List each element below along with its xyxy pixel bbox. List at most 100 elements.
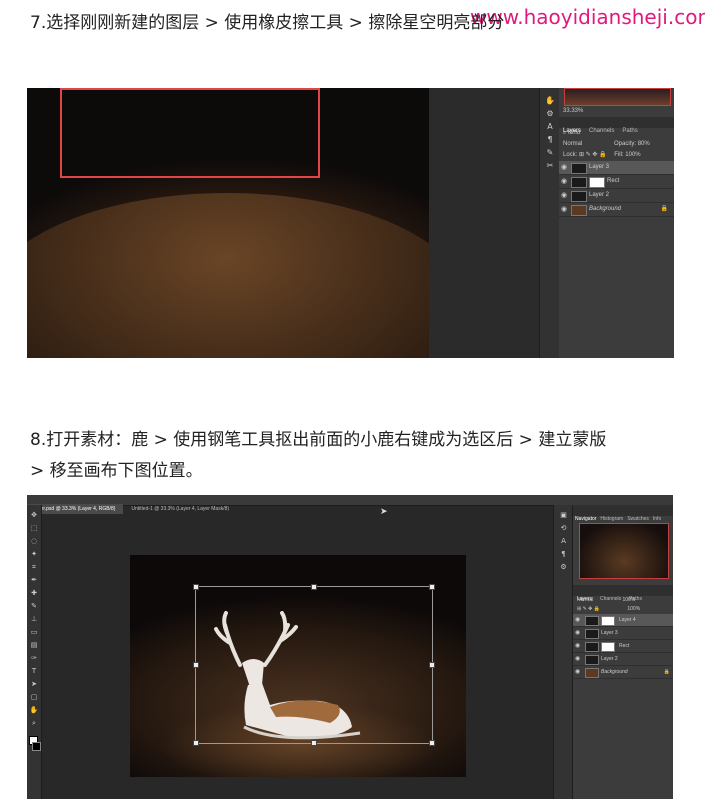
right-panels: Navigator Histogram Swatches Info Layers Cha… [572, 505, 673, 799]
hand-tool-icon[interactable]: ✋ [27, 704, 41, 717]
layer-name: Layer 2 [589, 192, 610, 198]
gradient-tool-icon[interactable]: ▤ [27, 639, 41, 652]
transform-handle[interactable] [429, 740, 435, 746]
eye-icon[interactable]: ◉ [575, 640, 580, 652]
history-icon[interactable]: ✋ [540, 94, 560, 107]
navigator-preview [579, 523, 669, 579]
lock-fill-row: Lock: ⊞ ✎ ✥ 🔒 Fill: 100% [559, 150, 674, 161]
layer-mask-thumbnail [601, 642, 615, 652]
character-icon[interactable]: A [540, 120, 560, 133]
blend-mode-select[interactable]: Normal [563, 141, 582, 147]
path-select-tool-icon[interactable]: ➤ [27, 678, 41, 691]
lasso-tool-icon[interactable]: ◌ [27, 535, 41, 548]
character-icon[interactable]: A [554, 535, 573, 548]
marquee-tool-icon[interactable]: ⬚ [27, 522, 41, 535]
transform-handle[interactable] [193, 662, 199, 668]
eye-icon[interactable]: ◉ [561, 161, 567, 174]
layer-thumbnail [571, 163, 587, 174]
layer-thumbnail [585, 668, 599, 678]
stamp-tool-icon[interactable]: ⊥ [27, 613, 41, 626]
brush-tool-icon[interactable]: ✎ [27, 600, 41, 613]
type-tool-icon[interactable]: T [27, 665, 41, 678]
lock-label: Lock: [563, 152, 578, 158]
layer-row-layer-2[interactable]: ◉ Layer 2 [559, 189, 674, 203]
layer-name: Rect [607, 178, 620, 184]
tools-icon[interactable]: ✂ [540, 159, 560, 172]
opacity-field[interactable]: 80% [638, 141, 650, 147]
layer-thumbnail [571, 191, 587, 202]
quick-select-tool-icon[interactable]: ✦ [27, 548, 41, 561]
lock-fill-row: ⊞ ✎ ✥ 🔒 100% [573, 605, 673, 614]
paragraph-icon[interactable]: ¶ [554, 548, 573, 561]
layer-row-layer-3[interactable]: ◉ Layer 3 [573, 627, 673, 640]
healing-tool-icon[interactable]: ✚ [27, 587, 41, 600]
kind-filter-label: Kind [568, 130, 581, 136]
eye-icon[interactable]: ◉ [561, 203, 567, 216]
fill-field[interactable]: 100% [627, 606, 640, 612]
layer-name: Background [589, 206, 622, 212]
layer-name: Background [601, 669, 628, 675]
zoom-tool-icon[interactable]: ⌕ [27, 717, 41, 730]
layers-tab-bar: Layers Channels Paths [559, 117, 674, 134]
transform-handle[interactable] [429, 662, 435, 668]
layers-panel: 33.33% Layers Channels Paths ⌕ Kind Normal… [559, 88, 674, 358]
adjust-icon[interactable]: ⚙ [540, 107, 560, 120]
crop-tool-icon[interactable]: ⌗ [27, 561, 41, 574]
eye-icon[interactable]: ◉ [575, 666, 580, 678]
layer-list: ◉ Layer 3 ◉ Rect ◉ Layer 2 ◉ Background 🔒 [559, 161, 674, 217]
lock-icon[interactable]: ⊞ ✎ ✥ 🔒 [579, 152, 608, 158]
eye-icon[interactable]: ◉ [575, 653, 580, 665]
eraser-tool-icon[interactable]: ▭ [27, 626, 41, 639]
layer-thumbnail [585, 616, 599, 626]
history-icon[interactable]: ⟲ [554, 522, 573, 535]
transform-handle[interactable] [193, 740, 199, 746]
transform-handle[interactable] [311, 584, 317, 590]
layer-row-layer-2[interactable]: ◉ Layer 2 [573, 653, 673, 666]
lock-icon[interactable]: ⊞ ✎ ✥ 🔒 [577, 606, 600, 612]
tab-channels[interactable]: Channels [585, 126, 618, 136]
navigator-icon[interactable]: ▣ [554, 509, 573, 522]
document-tab-untitled[interactable]: Untitled-1 @ 33.3% (Layer 4, Layer Mask/… [123, 504, 237, 514]
layer-mask-thumbnail [589, 177, 605, 188]
zoom-level: 33.33% [563, 108, 584, 114]
transform-handle[interactable] [429, 584, 435, 590]
eye-icon[interactable]: ◉ [561, 189, 567, 202]
lock-icon: 🔒 [663, 669, 670, 675]
layer-name: Layer 2 [601, 656, 618, 662]
free-transform-bounding-box[interactable] [193, 584, 435, 746]
eyedropper-tool-icon[interactable]: ✒ [27, 574, 41, 587]
opacity-field[interactable]: 100% [623, 597, 636, 603]
background-color-swatch[interactable] [32, 742, 41, 751]
eye-icon[interactable]: ◉ [575, 627, 580, 639]
layer-thumbnail [571, 205, 587, 216]
layer-row-rect[interactable]: ◉ Rect [573, 640, 673, 653]
navigator-preview [564, 88, 671, 106]
eye-icon[interactable]: ◉ [575, 614, 580, 626]
adjust-icon[interactable]: ⚙ [554, 561, 573, 574]
paragraph-icon[interactable]: ¶ [540, 133, 560, 146]
layer-row-background[interactable]: ◉ Background 🔒 [559, 203, 674, 217]
layers-tab-bar: Layers Channels Paths [573, 585, 673, 602]
layer-row-background[interactable]: ◉ Background 🔒 [573, 666, 673, 679]
transform-handle[interactable] [193, 584, 199, 590]
shape-tool-icon[interactable]: ▢ [27, 691, 41, 704]
panel-toolbar: ✋ ⚙ A ¶ ✎ ✂ [539, 88, 560, 358]
blend-mode-select[interactable]: Normal [577, 597, 593, 603]
blend-opacity-row: Normal 100% [573, 596, 673, 605]
photoshop-screenshot-step-8: deer.psd @ 33.3% (Layer 4, RGB/8) Untitle… [27, 495, 673, 799]
layer-thumbnail [585, 642, 599, 652]
step-7-caption: 7.选择刚刚新建的图层 > 使用橡皮擦工具 > 擦除星空明亮部分 [30, 13, 505, 33]
transform-handle[interactable] [311, 740, 317, 746]
layer-row-layer-3[interactable]: ◉ Layer 3 [559, 161, 674, 175]
blend-opacity-row: Normal Opacity: 80% [559, 139, 674, 150]
layer-row-layer-4[interactable]: ◉ Layer 4 [573, 614, 673, 627]
brush-icon[interactable]: ✎ [540, 146, 560, 159]
layer-name: Layer 4 [619, 617, 636, 623]
pen-tool-icon[interactable]: ✑ [27, 652, 41, 665]
tab-paths[interactable]: Paths [618, 126, 641, 136]
layer-row-rect[interactable]: ◉ Rect [559, 175, 674, 189]
fill-field[interactable]: 100% [625, 152, 640, 158]
eye-icon[interactable]: ◉ [561, 175, 567, 188]
panel-toolbar: ▣ ⟲ A ¶ ⚙ [553, 505, 573, 799]
move-tool-icon[interactable]: ✥ [27, 509, 41, 522]
